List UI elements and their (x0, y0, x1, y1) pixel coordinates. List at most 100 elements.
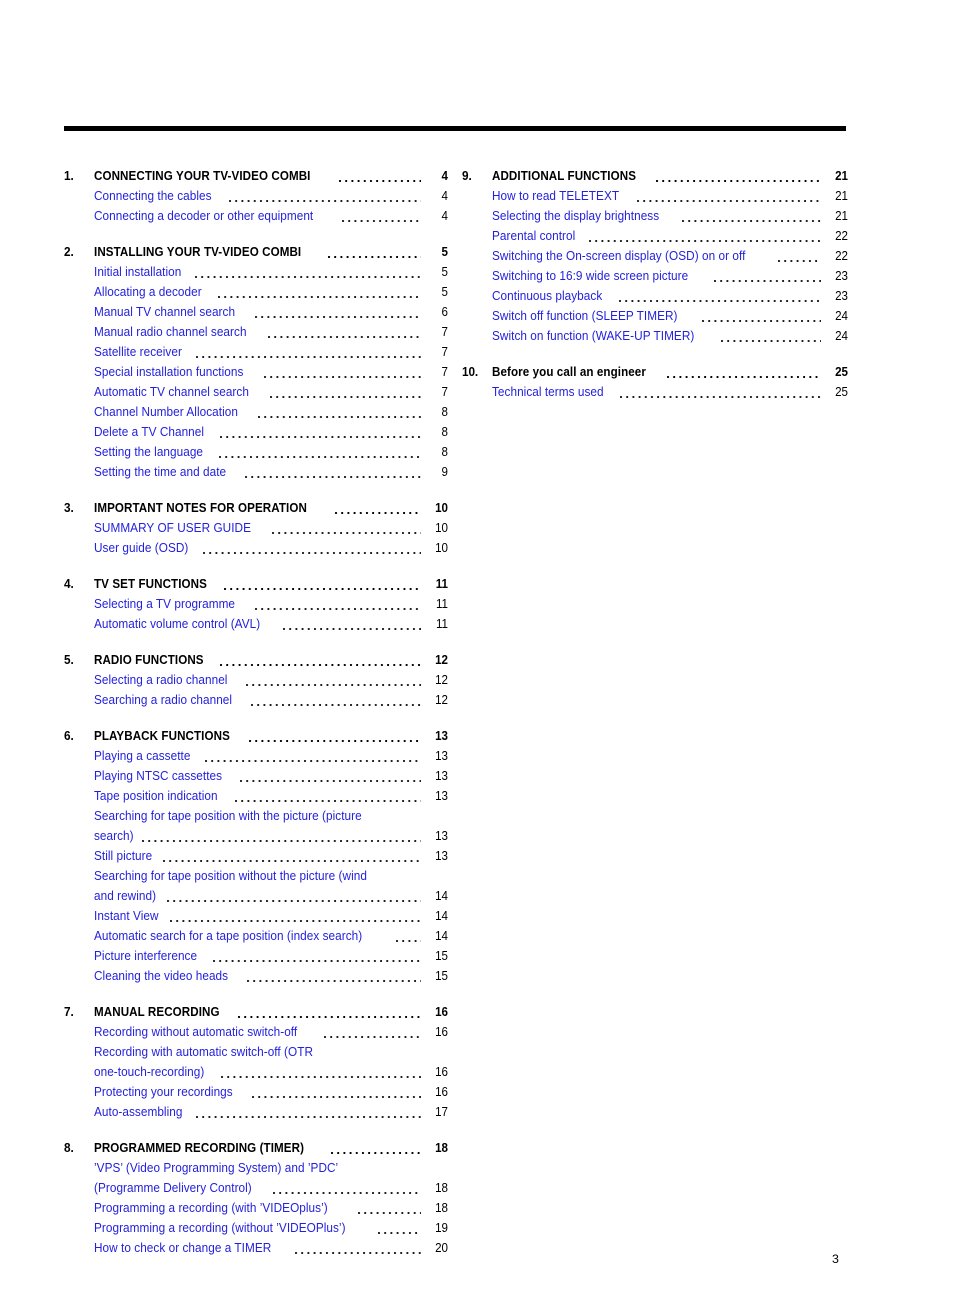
toc-entry-line[interactable]: Selecting a TV programme 11 (94, 596, 448, 616)
toc-entry-line[interactable]: User guide (OSD) 10 (94, 540, 448, 560)
toc-entry-line[interactable]: Searching for tape position with the pic… (94, 808, 448, 828)
toc-entry-label: Automatic search for a tape position (in… (94, 928, 363, 943)
toc-entry-line[interactable]: Playing a cassette 13 (94, 748, 448, 768)
toc-entry-line[interactable]: Automatic TV channel search 7 (94, 384, 448, 404)
toc-entry-line[interactable]: Special installation functions 7 (94, 364, 448, 384)
toc-entry-line[interactable]: Switch on function (WAKE-UP TIMER) 24 (492, 328, 848, 348)
toc-entry-line[interactable]: Cleaning the video heads 15 (94, 968, 448, 988)
dot-leader (163, 892, 424, 905)
toc-entry-line[interactable]: Initial installation 5 (94, 264, 448, 284)
toc-heading-line[interactable]: PLAYBACK FUNCTIONS 13 (94, 728, 448, 748)
toc-heading-label: ADDITIONAL FUNCTIONS (492, 168, 637, 183)
toc-page-number: 12 (435, 693, 448, 707)
toc-heading-line[interactable]: Before you call an engineer 25 (492, 364, 848, 384)
toc-entry-line[interactable]: How to check or change a TIMER 20 (94, 1240, 448, 1260)
toc-entry-line[interactable]: Tape position indication 13 (94, 788, 448, 808)
toc-page-number: 4 (441, 189, 448, 203)
toc-entry-line[interactable]: Delete a TV Channel 8 (94, 424, 448, 444)
toc-entry-line[interactable]: Allocating a decoder 5 (94, 284, 448, 304)
toc-entry-line[interactable]: ’VPS’ (Video Programming System) and ’PD… (94, 1160, 448, 1180)
toc-section: 10. Before you call an engineer 25 Technica… (462, 364, 848, 412)
toc-section-body: Before you call an engineer 25 Technical t… (492, 364, 848, 404)
toc-entry-line[interactable]: How to read TELETEXT 21 (492, 188, 848, 208)
toc-entry-line[interactable]: SUMMARY OF USER GUIDE 10 (94, 520, 448, 540)
toc-page-number: 7 (441, 325, 448, 339)
toc-entry-line[interactable]: Setting the language 8 (94, 444, 448, 464)
toc-entry-line[interactable]: Manual TV channel search 6 (94, 304, 448, 324)
toc-section: 1. CONNECTING YOUR TV-VIDEO COMBI 4 Connect… (64, 168, 448, 236)
toc-entry-line[interactable]: and rewind) 14 (94, 888, 448, 908)
toc-entry-line[interactable]: Auto-assembling 17 (94, 1104, 448, 1124)
toc-heading-line[interactable]: MANUAL RECORDING 16 (94, 1004, 448, 1024)
toc-entry-line[interactable]: Recording without automatic switch-off 16 (94, 1024, 448, 1044)
toc-entry-line[interactable]: Switching to 16:9 wide screen picture 23 (492, 268, 848, 288)
toc-section-row: 3. IMPORTANT NOTES FOR OPERATION 10 SUMMARY… (64, 500, 448, 560)
toc-heading-line[interactable]: ADDITIONAL FUNCTIONS 21 (492, 168, 848, 188)
toc-entry-line[interactable]: Technical terms used 25 (492, 384, 848, 404)
toc-entry-line[interactable]: one-touch-recording) 16 (94, 1064, 448, 1084)
toc-entry-line[interactable]: Satellite receiver 7 (94, 344, 448, 364)
toc-entry-label: Playing NTSC cassettes (94, 768, 223, 783)
toc-page-number: 7 (441, 345, 448, 359)
toc-entry-line[interactable]: Setting the time and date 9 (94, 464, 448, 484)
dot-leader (698, 312, 824, 325)
toc-entry-line[interactable]: Automatic volume control (AVL) 11 (94, 616, 448, 636)
toc-entry-line[interactable]: Continuous playback 23 (492, 288, 848, 308)
toc-entry-line[interactable]: Channel Number Allocation 8 (94, 404, 448, 424)
toc-entry-line[interactable]: Picture interference 15 (94, 948, 448, 968)
toc-entry-line[interactable]: Manual radio channel search 7 (94, 324, 448, 344)
dot-leader (365, 1164, 424, 1177)
dot-leader (243, 972, 424, 985)
toc-column-left: 1. CONNECTING YOUR TV-VIDEO COMBI 4 Connect… (64, 168, 448, 1268)
toc-page-number: 23 (835, 269, 848, 283)
toc-entry-line[interactable]: search) 13 (94, 828, 448, 848)
toc-heading-line[interactable]: IMPORTANT NOTES FOR OPERATION 10 (94, 500, 448, 520)
dot-leader (192, 1108, 424, 1121)
toc-heading-line[interactable]: PROGRAMMED RECORDING (TIMER) 18 (94, 1140, 448, 1160)
toc-entry-line[interactable]: Playing NTSC cassettes 13 (94, 768, 448, 788)
toc-entry-label: Selecting a radio channel (94, 672, 228, 687)
toc-entry-label: How to read TELETEXT (492, 188, 620, 203)
toc-entry-label: Instant View (94, 908, 159, 923)
toc-entry-line[interactable]: (Programme Delivery Control) 18 (94, 1180, 448, 1200)
toc-entry-line[interactable]: Automatic search for a tape position (in… (94, 928, 448, 948)
toc-entry-line[interactable]: Programming a recording (without ’VIDEOP… (94, 1220, 448, 1240)
toc-entry-line[interactable]: Switch off function (SLEEP TIMER) 24 (492, 308, 848, 328)
toc-page-number: 18 (435, 1141, 448, 1155)
toc-heading-line[interactable]: TV SET FUNCTIONS 11 (94, 576, 448, 596)
toc-entry-line[interactable]: Selecting the display brightness 21 (492, 208, 848, 228)
toc-entry-line[interactable]: Recording with automatic switch-off (OTR (94, 1044, 448, 1064)
toc-section: 4. TV SET FUNCTIONS 11 Selecting a TV progr… (64, 576, 448, 644)
toc-heading-label: RADIO FUNCTIONS (94, 652, 204, 667)
toc-entry-line[interactable]: Connecting a decoder or other equipment 4 (94, 208, 448, 228)
toc-section-row: 6. PLAYBACK FUNCTIONS 13 Playing a cassette… (64, 728, 448, 988)
dot-leader (214, 288, 424, 301)
toc-entry-line[interactable]: Protecting your recordings 16 (94, 1084, 448, 1104)
dot-leader (199, 544, 424, 557)
toc-page-number: 18 (435, 1201, 448, 1215)
toc-entry-line[interactable]: Connecting the cables 4 (94, 188, 448, 208)
toc-columns: 1. CONNECTING YOUR TV-VIDEO COMBI 4 Connect… (0, 168, 954, 1268)
toc-entry-label: Programming a recording (with ’VIDEOplus… (94, 1200, 328, 1215)
toc-entry-line[interactable]: Switching the On-screen display (OSD) on… (492, 248, 848, 268)
toc-entry-line[interactable]: Instant View 14 (94, 908, 448, 928)
toc-section-number: 10. (462, 364, 479, 379)
toc-heading-line[interactable]: CONNECTING YOUR TV-VIDEO COMBI 4 (94, 168, 448, 188)
toc-page-number: 16 (435, 1085, 448, 1099)
toc-entry-line[interactable]: Still picture 13 (94, 848, 448, 868)
toc-entry-line[interactable]: Searching a radio channel 12 (94, 692, 448, 712)
toc-heading-line[interactable]: INSTALLING YOUR TV-VIDEO COMBI 5 (94, 244, 448, 264)
toc-entry-line[interactable]: Programming a recording (with ’VIDEOplus… (94, 1200, 448, 1220)
toc-entry-line[interactable]: Searching for tape position without the … (94, 868, 448, 888)
dot-leader (324, 248, 424, 261)
toc-heading-line[interactable]: RADIO FUNCTIONS 12 (94, 652, 448, 672)
toc-page-number: 13 (435, 749, 448, 763)
toc-entry-line[interactable]: Selecting a radio channel 12 (94, 672, 448, 692)
toc-entry-line[interactable]: Parental control 22 (492, 228, 848, 248)
toc-page-number: 15 (435, 969, 448, 983)
toc-entry-label: Recording with automatic switch-off (OTR (94, 1044, 314, 1059)
